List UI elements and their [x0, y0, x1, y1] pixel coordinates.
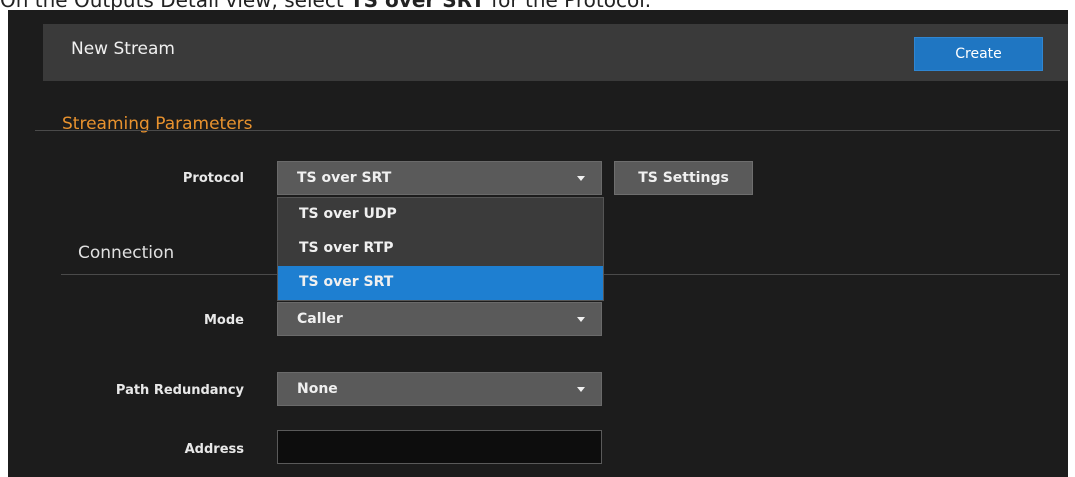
protocol-option-srt[interactable]: TS over SRT [278, 266, 603, 300]
chevron-down-icon [577, 176, 585, 181]
path-redundancy-value: None [297, 381, 338, 397]
path-redundancy-select[interactable]: None [277, 372, 602, 406]
protocol-dropdown-menu: TS over UDP TS over RTP TS over SRT [277, 197, 604, 301]
page-title: New Stream [71, 39, 175, 59]
section-divider [35, 130, 1060, 131]
protocol-value: TS over SRT [297, 170, 392, 186]
address-input[interactable] [277, 430, 602, 464]
ts-settings-button[interactable]: TS Settings [614, 161, 753, 195]
protocol-option-label: TS over UDP [299, 206, 397, 222]
header-bar: New Stream Create [43, 24, 1068, 81]
streaming-parameters-title: Streaming Parameters [62, 114, 253, 134]
protocol-option-label: TS over RTP [299, 240, 394, 256]
new-stream-panel: New Stream Create Streaming Parameters P… [8, 10, 1068, 477]
protocol-option-udp[interactable]: TS over UDP [278, 198, 603, 232]
chevron-down-icon [577, 317, 585, 322]
protocol-select[interactable]: TS over SRT [277, 161, 602, 195]
mode-select[interactable]: Caller [277, 302, 602, 336]
address-label: Address [184, 442, 244, 457]
path-redundancy-label: Path Redundancy [115, 383, 244, 398]
connection-title: Connection [78, 243, 175, 263]
protocol-option-rtp[interactable]: TS over RTP [278, 232, 603, 266]
mode-label: Mode [204, 313, 244, 328]
create-button[interactable]: Create [914, 37, 1043, 71]
mode-value: Caller [297, 311, 343, 327]
chevron-down-icon [577, 387, 585, 392]
protocol-label: Protocol [182, 171, 244, 186]
protocol-option-label: TS over SRT [299, 274, 394, 290]
